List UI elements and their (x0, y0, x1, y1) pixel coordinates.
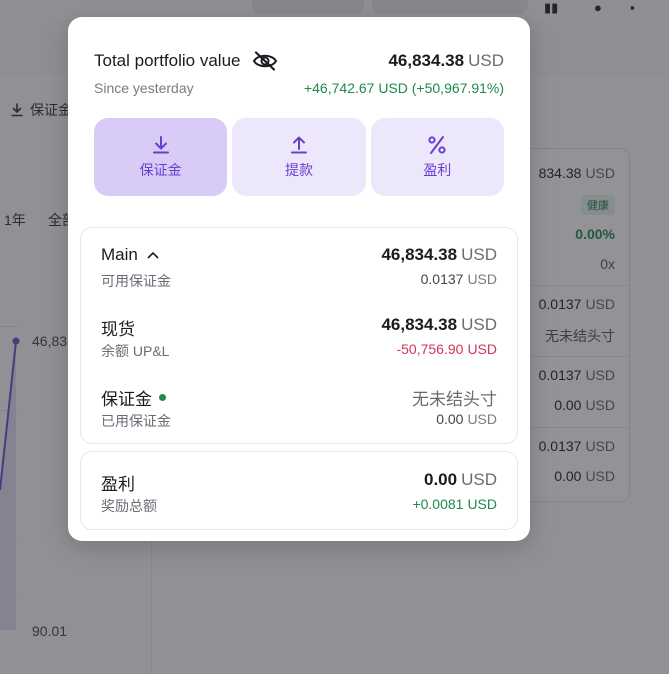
upload-icon (290, 136, 307, 154)
earn-account-row[interactable]: 盈利 奖励总额 0.00 USD +0.0081 USD (101, 470, 497, 516)
earn-account-label: 盈利 (101, 475, 135, 494)
margin-account-label: 保证金 (101, 385, 166, 410)
main-account-label: Main (101, 245, 159, 265)
portfolio-change: +46,742.67 USD (+50,967.91%) (303, 80, 504, 96)
active-status-dot (159, 394, 166, 401)
accounts-card: Main 可用保证金 46,834.38 USD 0.0137 USD 现货 余额 … (80, 227, 518, 444)
earn-account-value: 0.00 USD (424, 470, 497, 489)
withdraw-button-label: 提款 (284, 162, 313, 178)
withdraw-button[interactable]: 提款 (232, 118, 366, 196)
portfolio-title-row: Total portfolio value (94, 51, 278, 71)
spot-account-sublabel: 余额 UP&L (101, 343, 170, 359)
hide-balance-icon[interactable] (252, 51, 278, 71)
earn-button-label: 盈利 (423, 162, 452, 178)
chevron-up-icon[interactable] (147, 251, 159, 259)
spot-account-label: 现货 (101, 320, 135, 339)
total-portfolio-value: 46,834.38 USD (388, 51, 504, 70)
margin-account-value: 无未结头寸 (412, 390, 497, 409)
spot-account-row[interactable]: 现货 余额 UP&L 46,834.38 USD -50,756.90 USD (101, 315, 497, 361)
download-icon (152, 136, 169, 154)
margin-account-used-margin: 0.00 USD (436, 411, 497, 427)
deposit-button[interactable]: 保证金 (94, 118, 228, 196)
main-account-sublabel: 可用保证金 (101, 273, 171, 289)
portfolio-title: Total portfolio value (94, 51, 241, 70)
earn-card: 盈利 奖励总额 0.00 USD +0.0081 USD (80, 451, 518, 530)
earn-button[interactable]: 盈利 (370, 118, 504, 196)
main-account-row[interactable]: Main 可用保证金 46,834.38 USD 0.0137 USD (101, 245, 497, 291)
earn-account-rewards: +0.0081 USD (412, 496, 497, 512)
action-buttons: 保证金 提款 盈利 (94, 118, 504, 196)
main-account-value: 46,834.38 USD (381, 245, 497, 264)
margin-account-sublabel: 已用保证金 (101, 413, 171, 429)
margin-account-row[interactable]: 保证金 已用保证金 无未结头寸 0.00 USD (101, 385, 497, 431)
percent-icon (428, 136, 446, 154)
spot-account-value: 46,834.38 USD (381, 315, 497, 334)
deposit-button-label: 保证金 (139, 162, 182, 178)
since-yesterday-label: Since yesterday (94, 80, 194, 96)
spot-account-upnl: -50,756.90 USD (396, 341, 497, 357)
main-account-available-margin: 0.0137 USD (420, 271, 497, 287)
portfolio-popup: Total portfolio value 46,834.38 USD Since… (68, 17, 530, 541)
earn-account-sublabel: 奖励总额 (101, 498, 157, 514)
